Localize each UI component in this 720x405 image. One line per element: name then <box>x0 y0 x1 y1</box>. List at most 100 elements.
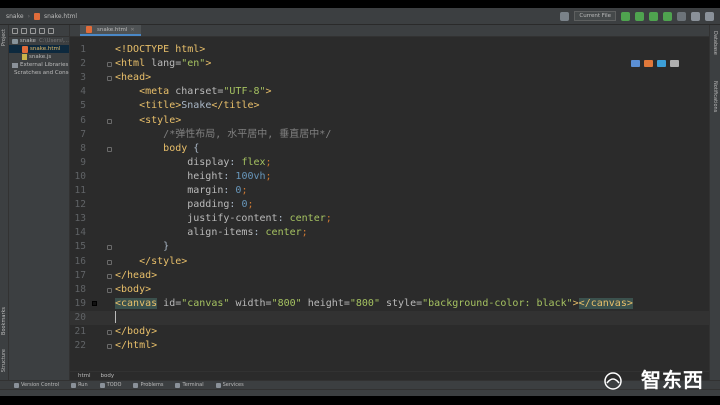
code-line[interactable]: 19 <canvas id="canvas" width="800" height… <box>70 297 709 311</box>
project-tree-label: Scratches and Consoles <box>14 70 69 76</box>
code-line[interactable]: 5 <title>Snake</title> <box>70 99 709 113</box>
code-text: padding: 0; <box>187 199 254 211</box>
profile-icon[interactable] <box>663 11 672 21</box>
crumb-html[interactable]: html <box>78 373 91 379</box>
project-tree-item[interactable]: snake.js <box>9 53 69 61</box>
code-line[interactable]: 16 </style> <box>70 255 709 269</box>
bottom-tool-tab[interactable]: Run <box>71 382 88 388</box>
bottom-tool-tab-label: Run <box>78 382 88 388</box>
project-panel: snake C:\Users\... snake.html snake.js Exter… <box>9 25 70 380</box>
code-line[interactable]: 4 <meta charset="UTF-8"> <box>70 85 709 99</box>
ide-window: snake › snake.html Current File Project … <box>0 8 720 396</box>
editor-area: snake.html ✕ 1 <!DOCTYPE html> 2 <html lang… <box>70 25 709 380</box>
watermark: 智东西 <box>641 368 704 392</box>
line-number: 21 <box>74 326 86 337</box>
code-line[interactable]: 21 </body> <box>70 325 709 339</box>
code-line[interactable]: 14 align-items: center; <box>70 226 709 240</box>
coverage-icon[interactable] <box>649 11 658 21</box>
code-text <box>115 310 116 325</box>
fold-icon[interactable] <box>107 330 112 335</box>
close-icon[interactable]: ✕ <box>130 27 134 33</box>
bottom-tool-tab[interactable]: Terminal <box>175 382 204 388</box>
code-line[interactable]: 18 <body> <box>70 283 709 297</box>
fold-icon[interactable] <box>107 344 112 350</box>
project-tree-item[interactable]: Scratches and Consoles <box>9 69 69 77</box>
crumb-body[interactable]: body <box>101 373 115 379</box>
run-icon[interactable] <box>621 11 630 21</box>
database-tool-tab[interactable]: Database <box>712 31 718 55</box>
bottom-tool-tab-label: Problems <box>140 382 164 388</box>
code-line[interactable]: 22 </html> <box>70 339 709 353</box>
collapse-all-icon[interactable] <box>30 27 36 34</box>
code-line[interactable]: 17 </head> <box>70 269 709 283</box>
bottom-tool-tab[interactable]: TODO <box>99 382 121 388</box>
fold-icon[interactable] <box>107 146 112 152</box>
user-icon[interactable] <box>560 11 570 21</box>
notifications-tool-tab[interactable]: Notifications <box>712 81 718 112</box>
file-crumb[interactable]: snake.html <box>44 13 77 20</box>
options-icon[interactable] <box>39 27 45 34</box>
code-line[interactable]: 3 <head> <box>70 71 709 85</box>
code-line[interactable]: 2 <html lang="en"> <box>70 57 709 71</box>
fold-icon[interactable] <box>107 62 112 68</box>
fold-icon[interactable] <box>107 76 112 82</box>
project-tree: snake C:\Users\... snake.html snake.js Exter… <box>9 37 69 77</box>
code-text: </html> <box>115 340 158 352</box>
code-text: } <box>163 241 170 253</box>
expand-all-icon[interactable] <box>21 27 27 34</box>
toolbar-actions: Current File <box>560 11 714 21</box>
code-line[interactable]: 20 <box>70 310 709 325</box>
gutter-marker-icon[interactable] <box>92 300 97 306</box>
bottom-tool-tab[interactable]: Services <box>215 382 244 388</box>
code-line[interactable]: 7 /*弹性布局, 水平居中, 垂直居中*/ <box>70 128 709 142</box>
editor-tab-bar: snake.html ✕ <box>70 25 709 37</box>
structure-tool-tab[interactable]: Structure <box>1 349 7 372</box>
project-tree-item[interactable]: External Libraries <box>9 61 69 69</box>
code-text: <!DOCTYPE html> <box>115 44 206 55</box>
code-line[interactable]: 15 } <box>70 240 709 254</box>
bottom-tool-tab[interactable]: Problems <box>133 382 163 388</box>
stop-icon[interactable] <box>677 11 686 21</box>
project-tree-item[interactable]: snake C:\Users\... <box>9 37 69 45</box>
line-number: 22 <box>74 340 86 352</box>
project-crumb[interactable]: snake <box>6 13 24 20</box>
search-everywhere-icon[interactable] <box>691 11 700 21</box>
line-number: 2 <box>80 58 86 70</box>
tool-window-icon <box>99 382 105 388</box>
breadcrumb-separator-icon: › <box>27 12 30 20</box>
code-text: <body> <box>115 283 152 295</box>
line-number: 16 <box>74 255 86 267</box>
code-line[interactable]: 11 margin: 0; <box>70 184 709 198</box>
debug-icon[interactable] <box>635 11 644 21</box>
project-view-icon[interactable] <box>12 27 18 34</box>
code-line[interactable]: 6 <style> <box>70 114 709 128</box>
code-line[interactable]: 12 padding: 0; <box>70 198 709 212</box>
fold-icon[interactable] <box>107 273 112 279</box>
right-tool-strip: Database Notifications <box>709 25 720 380</box>
bookmarks-tool-tab[interactable]: Bookmarks <box>1 307 7 335</box>
project-tool-tab[interactable]: Project <box>1 29 7 46</box>
code-line[interactable]: 1 <!DOCTYPE html> <box>70 43 709 57</box>
hide-panel-icon[interactable] <box>48 27 54 34</box>
run-config-select[interactable]: Current File <box>574 11 616 21</box>
line-number: 8 <box>80 142 86 154</box>
code-text: height: 100vh; <box>187 170 272 182</box>
editor-tab-snake-html[interactable]: snake.html ✕ <box>80 25 141 36</box>
project-tree-item[interactable]: snake.html <box>9 45 69 53</box>
code-line[interactable]: 13 justify-content: center; <box>70 212 709 226</box>
bottom-tool-tab[interactable]: Version Control <box>14 382 59 388</box>
code-line[interactable]: 9 display: flex; <box>70 156 709 170</box>
line-number: 3 <box>80 72 86 84</box>
fold-icon[interactable] <box>107 259 112 265</box>
editor-tab-label: snake.html <box>97 26 128 33</box>
fold-icon[interactable] <box>107 245 112 251</box>
line-number: 4 <box>80 86 86 98</box>
code-line[interactable]: 8 body { <box>70 142 709 156</box>
code-line[interactable]: 10 height: 100vh; <box>70 170 709 184</box>
line-number: 18 <box>74 283 86 295</box>
fold-icon[interactable] <box>107 287 112 293</box>
fold-icon[interactable] <box>107 118 112 124</box>
settings-icon[interactable] <box>705 11 714 21</box>
line-number: 17 <box>74 269 86 281</box>
tool-window-icon <box>71 382 77 388</box>
